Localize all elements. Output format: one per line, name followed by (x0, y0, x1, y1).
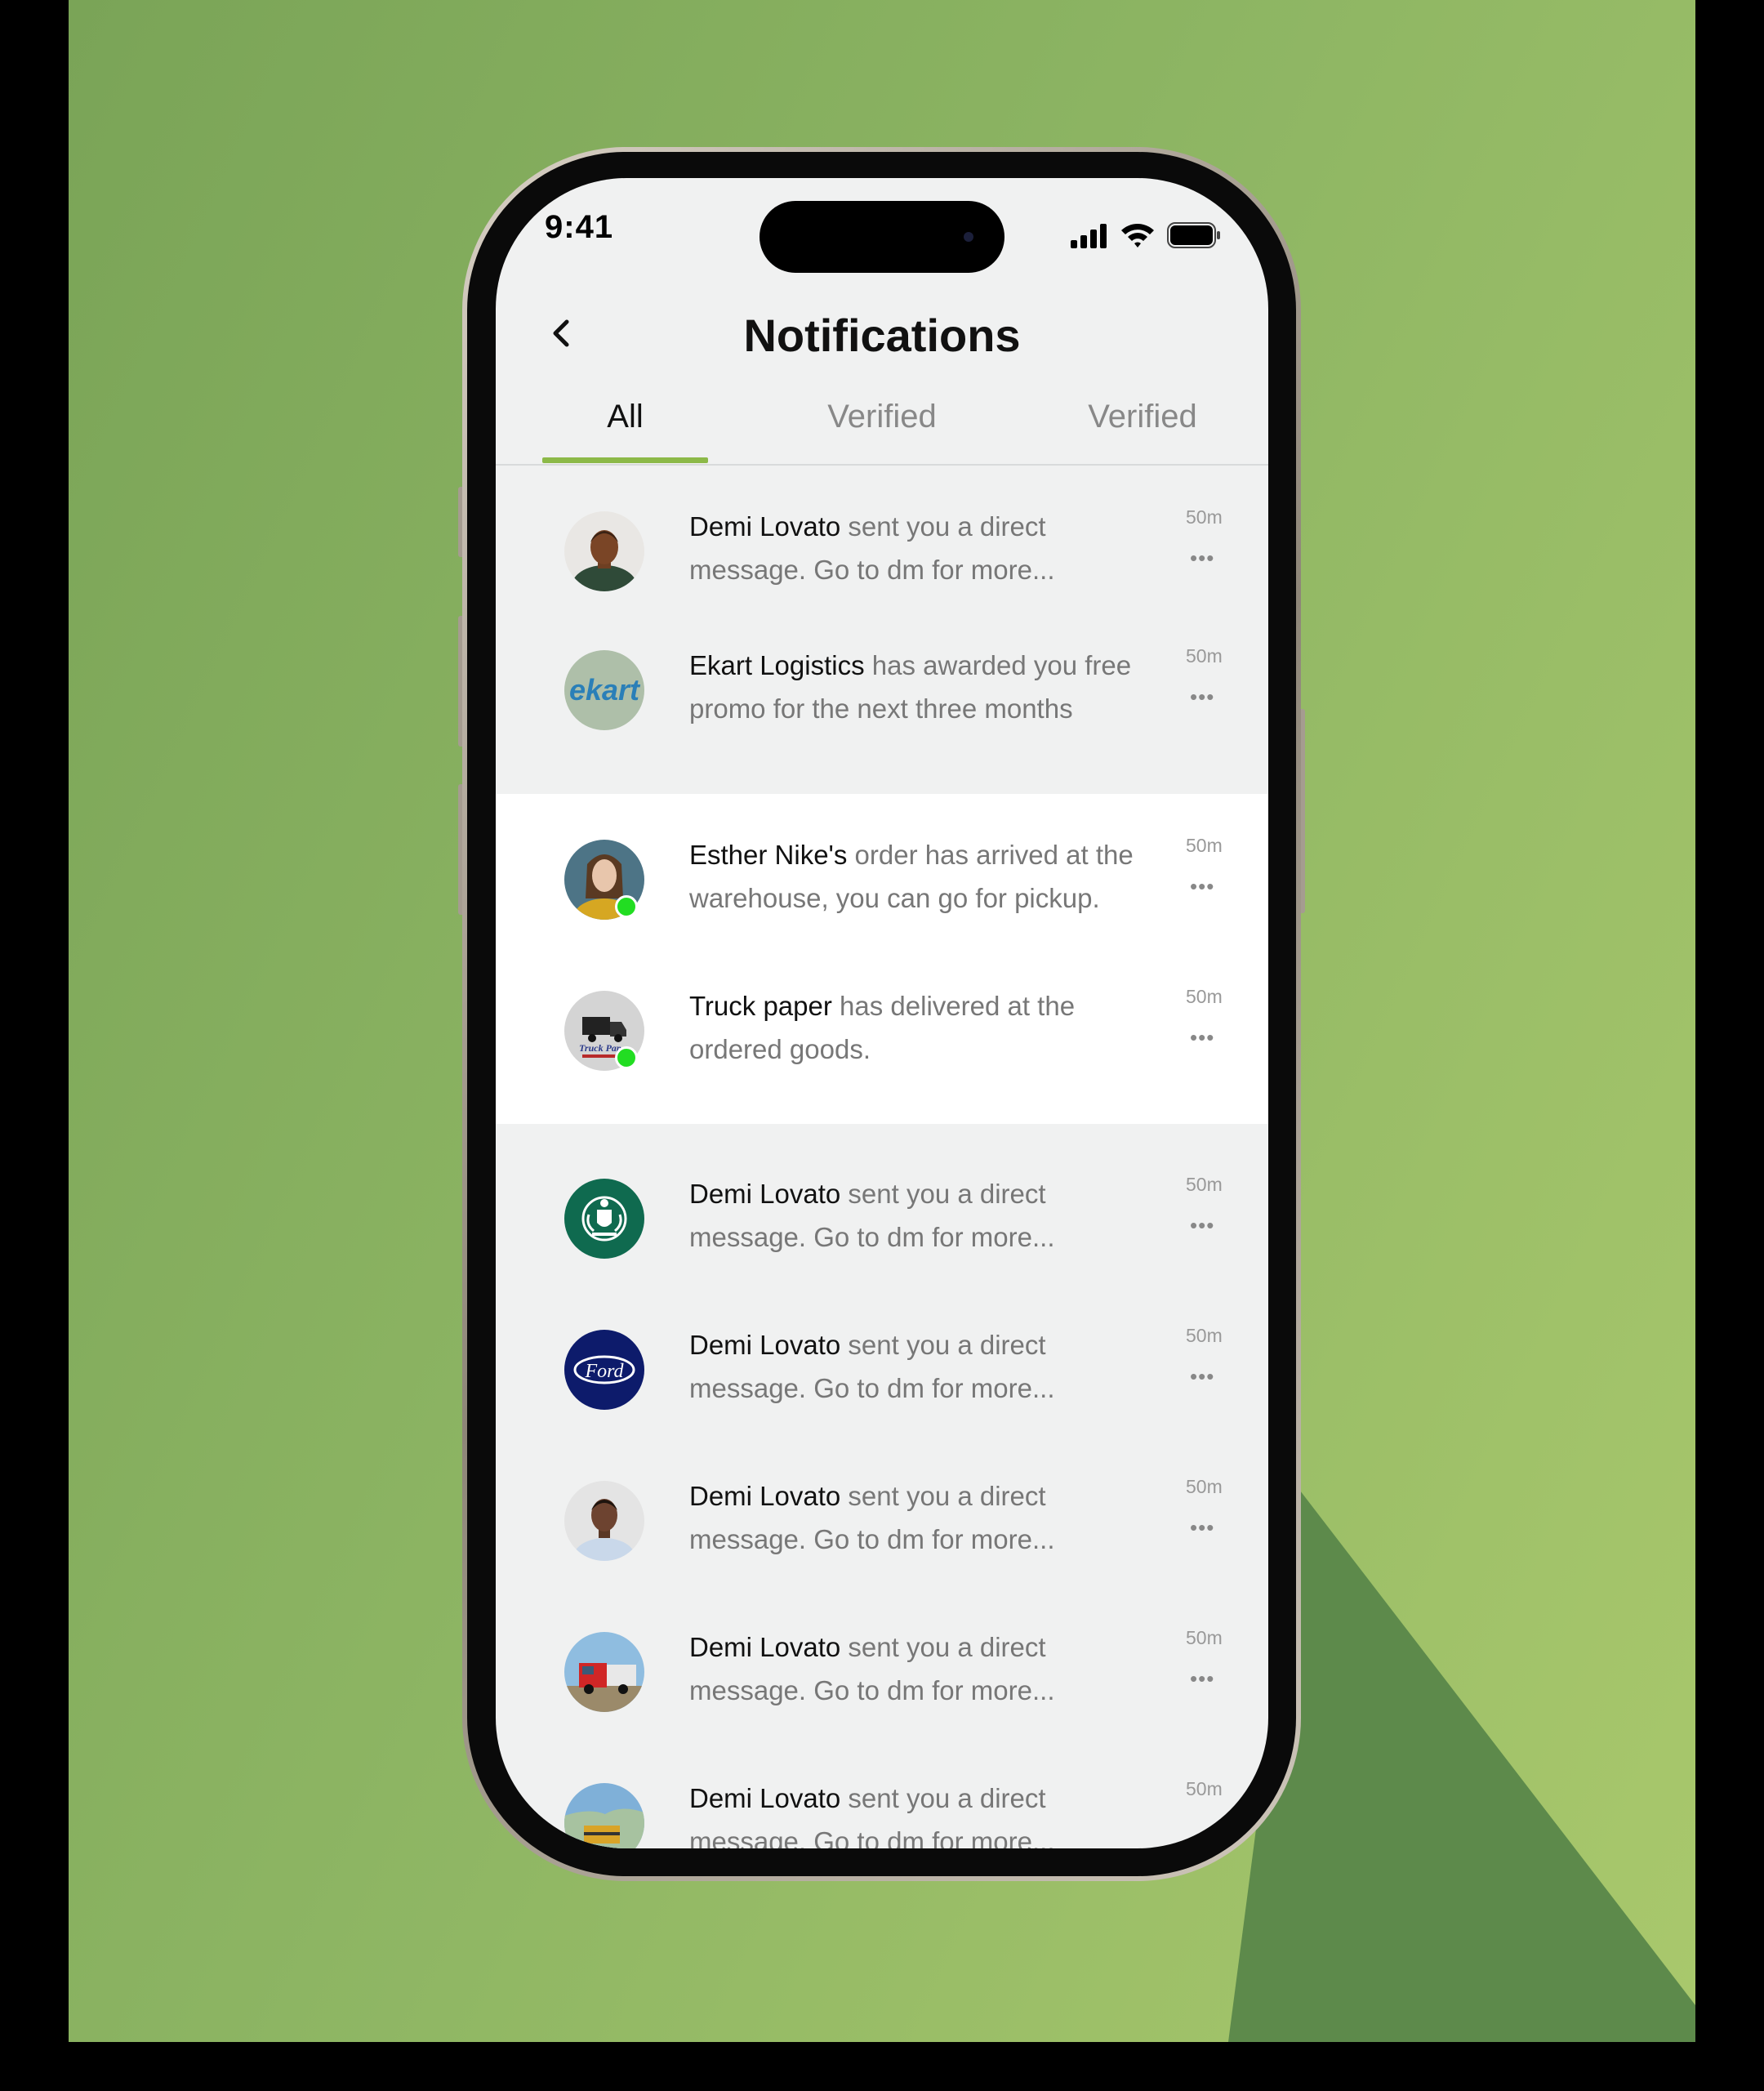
timestamp: 50m (1186, 1627, 1223, 1648)
battery-icon (1167, 222, 1220, 248)
more-options-icon[interactable]: ••• (1190, 874, 1214, 899)
signal-icon (1071, 224, 1107, 248)
more-options-icon[interactable]: ••• (1190, 546, 1214, 571)
tab-verified[interactable]: Verified (800, 399, 964, 435)
timestamp: 50m (1186, 986, 1223, 1007)
timestamp: 50m (1186, 1778, 1223, 1799)
status-time: 9:41 (545, 209, 614, 245)
phone-screen: 9:41 Notifications All Verified Verified… (496, 178, 1268, 1848)
timestamp: 50m (1186, 1325, 1223, 1346)
truck-photo (564, 1783, 644, 1848)
timestamp: 50m (1186, 506, 1223, 528)
notification-item[interactable]: Esther Nike's order has arrived at the w… (496, 835, 1268, 938)
camera-icon (964, 232, 973, 242)
notification-item[interactable]: Ford Demi Lovato sent you a direct messa… (496, 1325, 1268, 1428)
truck-photo (564, 1632, 644, 1712)
crest-logo (564, 1179, 644, 1259)
sender-name: Ekart Logistics (689, 650, 865, 680)
sender-name: Demi Lovato (689, 1330, 841, 1360)
ekart-logo: ekart (564, 650, 644, 730)
more-options-icon[interactable]: ••• (1190, 1213, 1214, 1238)
timestamp: 50m (1186, 835, 1223, 856)
more-options-icon[interactable]: ••• (1190, 1025, 1214, 1050)
page-title: Notifications (743, 310, 1021, 361)
tab-all[interactable]: All (542, 399, 708, 435)
sender-name: Demi Lovato (689, 1481, 841, 1511)
notification-item[interactable]: Demi Lovato sent you a direct message. G… (496, 1174, 1268, 1277)
ekart-logo-text: ekart (569, 673, 641, 707)
online-status-dot (615, 895, 638, 918)
notification-item[interactable]: Demi Lovato sent you a direct message. G… (496, 506, 1268, 609)
sender-name: Demi Lovato (689, 1783, 841, 1813)
sender-name: Demi Lovato (689, 1179, 841, 1209)
sender-name: Esther Nike's (689, 840, 848, 870)
more-options-icon[interactable]: ••• (1190, 684, 1214, 710)
tab-verified-2[interactable]: Verified (1061, 399, 1224, 435)
tab-bar: All Verified Verified (496, 382, 1268, 466)
notification-item[interactable]: Truck Paper Truck paper has delivered at… (496, 986, 1268, 1089)
ford-logo: Ford (564, 1330, 644, 1410)
dynamic-island (760, 201, 1004, 273)
notification-item[interactable]: Demi Lovato sent you a direct message. G… (496, 1778, 1268, 1848)
avatar (564, 1481, 644, 1561)
wifi-icon (1121, 224, 1154, 247)
notification-item[interactable]: Demi Lovato sent you a direct message. G… (496, 1476, 1268, 1579)
timestamp: 50m (1186, 1476, 1223, 1497)
status-icons (1071, 219, 1221, 248)
sender-name: Demi Lovato (689, 1632, 841, 1662)
more-options-icon[interactable]: ••• (1190, 1666, 1214, 1692)
more-options-icon[interactable]: ••• (1190, 1515, 1214, 1540)
timestamp: 50m (1186, 645, 1223, 667)
sender-name: Demi Lovato (689, 511, 841, 542)
more-options-icon[interactable]: ••• (1190, 1364, 1214, 1389)
notification-item[interactable]: Demi Lovato sent you a direct message. G… (496, 1627, 1268, 1730)
sender-name: Truck paper (689, 991, 832, 1021)
header: Notifications (496, 292, 1268, 382)
online-status-dot (615, 1046, 638, 1069)
avatar (564, 511, 644, 591)
timestamp: 50m (1186, 1174, 1223, 1195)
active-tab-indicator (542, 457, 708, 463)
ford-logo-text: Ford (584, 1361, 624, 1382)
notification-item[interactable]: ekart Ekart Logistics has awarded you fr… (496, 645, 1268, 748)
